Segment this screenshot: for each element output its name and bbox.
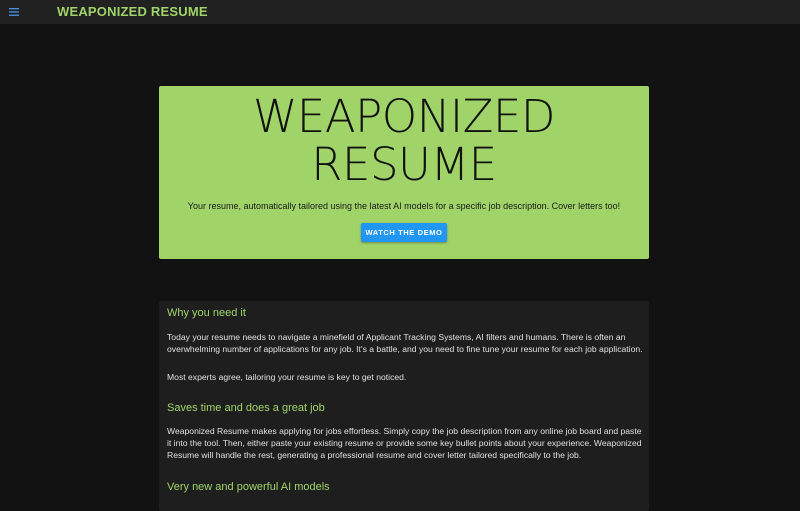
hamburger-menu-icon[interactable] (7, 6, 21, 18)
section-heading-why: Why you need it (167, 307, 246, 319)
hero-title: WEAPONIZED RESUME (159, 93, 649, 189)
section-heading-ai-models: Very new and powerful AI models (167, 481, 330, 493)
hero-title-line1: WEAPONIZED (252, 90, 556, 143)
watch-demo-button[interactable]: WATCH THE DEMO (361, 223, 447, 242)
app-bar: WEAPONIZED RESUME (0, 0, 800, 24)
content-card: Why you need it Today your resume needs … (159, 301, 649, 511)
hero-title-line2: RESUME (311, 138, 497, 191)
app-title[interactable]: WEAPONIZED RESUME (57, 4, 208, 19)
paragraph-why-1: Today your resume needs to navigate a mi… (167, 332, 643, 354)
hero-subtitle: Your resume, automatically tailored usin… (187, 201, 621, 211)
hero-banner: WEAPONIZED RESUME Your resume, automatic… (159, 86, 649, 259)
paragraph-saves-time: Weaponized Resume makes applying for job… (167, 426, 642, 460)
section-heading-saves-time: Saves time and does a great job (167, 402, 325, 414)
paragraph-why-2: Most experts agree, tailoring your resum… (167, 372, 407, 382)
